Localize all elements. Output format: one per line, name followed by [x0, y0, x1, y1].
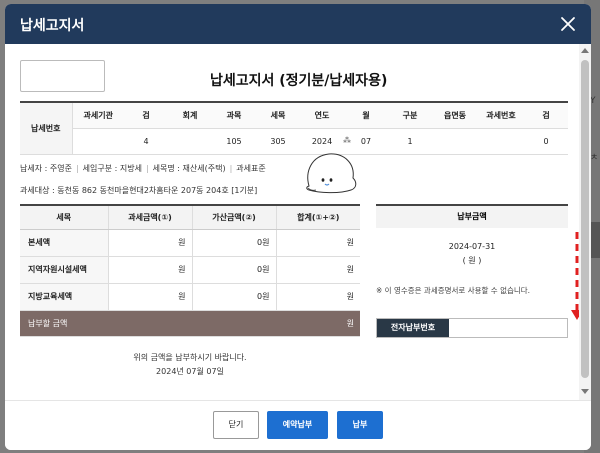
amount-row: 지방교육세액 원 0원 원	[20, 283, 360, 311]
amount-header-row: 세목 과세금액(①) 가산금액(②) 합계(①+②)	[20, 204, 360, 230]
col-header: 월	[344, 101, 388, 129]
amount-row-label: 본세액	[20, 229, 109, 257]
receipt-note: ※ 이 영수증은 과세증명서로 사용할 수 없습니다.	[376, 286, 531, 295]
tax-number-label: 납세번호	[20, 101, 73, 155]
col-header: 세목	[256, 101, 300, 129]
tax-standard-label: 과세표준	[236, 164, 266, 173]
ghost-mascot-icon	[306, 153, 357, 194]
amount-row-label: 지방교육세액	[20, 283, 109, 311]
tax-amount: 원	[108, 256, 193, 284]
amount-row: 지역자원시설세액 원 0원 원	[20, 256, 360, 284]
modal-header: 납세고지서	[5, 4, 591, 44]
modal-scrollbar[interactable]	[579, 44, 591, 400]
epay-label: 전자납부번호	[377, 319, 449, 337]
col-header: 회계	[168, 101, 212, 129]
col-header: 검	[124, 101, 168, 129]
pay-button[interactable]: 납부	[337, 411, 383, 439]
tax-target: 과세대상 : 동천동 862 동천마을현대2차홈타운 207동 204호 [1기…	[20, 186, 258, 195]
red-dashed-arrow-icon	[571, 232, 579, 320]
cell-value	[478, 128, 524, 155]
payment-due-date: 2024-07-31	[448, 242, 496, 251]
tax-amount: 원	[108, 229, 193, 257]
cell-value	[432, 128, 478, 155]
sparkle-icon: ⁂	[343, 136, 351, 145]
tax-number-table: 납세번호 과세기관 검 회계 과목 세목 연도 월 구분 읍면동 과세번호 검 …	[20, 101, 568, 155]
modal-footer: 닫기 예약납부 납부	[5, 400, 591, 450]
modal-title: 납세고지서	[20, 18, 85, 34]
amount-row-label: 지역자원시설세액	[20, 256, 109, 284]
taxpayer-name: 납세자 : 주영준	[20, 164, 72, 173]
col-header: 검	[524, 101, 568, 129]
separator: |	[75, 164, 79, 173]
tax-amount: 원	[108, 283, 193, 311]
amount-row: 본세액 원 0원 원	[20, 229, 360, 257]
total-value: 원	[108, 310, 360, 337]
cell-value: 105	[212, 128, 256, 155]
taxpayer-info-line: 납세자 : 주영준|세입구분 : 지방세|세목명 : 재산세(주택)|과세표준0…	[20, 163, 324, 174]
document-title: 납세고지서 (정기분/납세자용)	[210, 73, 388, 89]
amount-col-header: 세목	[20, 204, 109, 230]
reserve-payment-button[interactable]: 예약납부	[267, 411, 328, 439]
cell-value	[168, 128, 212, 155]
cell-value: 0	[524, 128, 568, 155]
col-header: 과세번호	[478, 101, 524, 129]
amount-col-header: 합계(①+②)	[276, 204, 360, 230]
separator: |	[229, 164, 233, 173]
tax-number-header-row: 납세번호 과세기관 검 회계 과목 세목 연도 월 구분 읍면동 과세번호 검	[20, 101, 568, 155]
modal-body: 납세고지서 (정기분/납세자용) 납세번호 과세기관 검 회계 과목 세목 연도…	[5, 44, 579, 400]
col-header: 과세기관	[72, 101, 124, 129]
cell-value	[72, 128, 124, 155]
background-text-fragment: ㅊ	[590, 153, 599, 163]
close-button[interactable]: 닫기	[213, 411, 259, 439]
col-header: 과목	[212, 101, 256, 129]
amount-col-header: 과세금액(①)	[108, 204, 193, 230]
footer-message: 위의 금액을 납부하시기 바랍니다.	[133, 353, 247, 362]
additional-amount: 0원	[192, 229, 277, 257]
total-row: 납부할 금액 원	[20, 310, 360, 337]
tax-item-name: 세목명 : 재산세(주택)	[152, 164, 226, 173]
scroll-thumb[interactable]	[581, 60, 589, 378]
total-label: 납부할 금액	[20, 310, 108, 337]
cell-value: 1	[388, 128, 432, 155]
amount-col-header: 가산금액(②)	[192, 204, 277, 230]
additional-amount: 0원	[192, 256, 277, 284]
tax-notice-modal: 납세고지서 납세고지서 (정기분/납세자용) 납세번호 과세기관 검 회계 과목…	[5, 4, 591, 450]
epay-value[interactable]	[449, 319, 567, 337]
sum-amount: 원	[276, 229, 360, 257]
tax-number-value-row: 4 105 305 2024 07 1 0	[20, 128, 568, 155]
close-icon[interactable]	[557, 13, 579, 35]
additional-amount: 0원	[192, 283, 277, 311]
background-text-fragment: Y	[590, 96, 596, 106]
payment-header: 납부금액	[376, 204, 568, 228]
payment-amount: ( 원 )	[462, 256, 482, 265]
income-type: 세입구분 : 지방세	[82, 164, 142, 173]
cell-value: 4	[124, 128, 168, 155]
stamp-box	[20, 60, 105, 92]
amount-table: 세목 과세금액(①) 가산금액(②) 합계(①+②) 본세액 원 0원 원 지역…	[20, 204, 360, 337]
scroll-down-arrow-icon[interactable]	[581, 389, 589, 394]
electronic-payment-number: 전자납부번호	[376, 318, 568, 338]
separator: |	[145, 164, 149, 173]
scroll-up-arrow-icon[interactable]	[581, 48, 589, 53]
col-header: 구분	[388, 101, 432, 129]
cell-value: 305	[256, 128, 300, 155]
sum-amount: 원	[276, 283, 360, 311]
footer-date: 2024년 07월 07일	[156, 367, 224, 376]
payment-amount-box: 납부금액 2024-07-31 ( 원 )	[376, 204, 568, 274]
col-header: 읍면동	[432, 101, 478, 129]
sum-amount: 원	[276, 256, 360, 284]
col-header: 연도	[300, 101, 344, 129]
